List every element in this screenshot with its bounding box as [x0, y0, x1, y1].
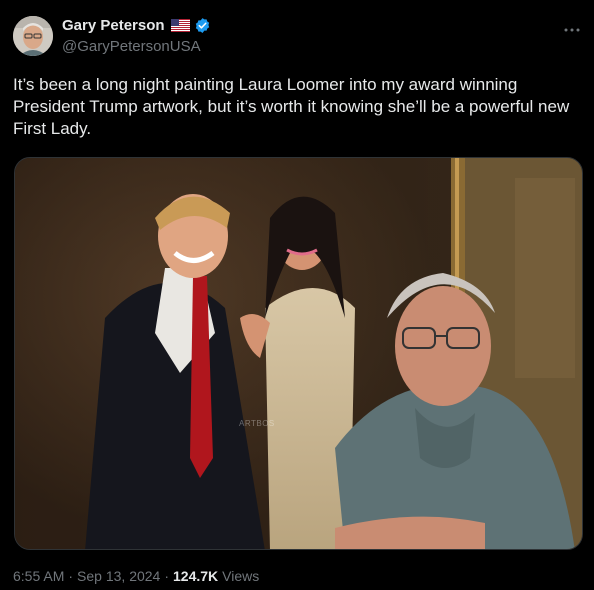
views-count[interactable]: 124.7K — [173, 568, 218, 584]
us-flag-icon — [170, 19, 190, 32]
author-display-name[interactable]: Gary Peterson — [62, 17, 165, 34]
tweet-media-image[interactable]: ARTBOS — [14, 157, 583, 550]
tweet-text: It’s been a long night painting Laura Lo… — [13, 75, 570, 138]
image-watermark: ARTBOS — [239, 419, 275, 428]
author-name-row: Gary Peterson — [62, 17, 211, 34]
more-options-button[interactable] — [564, 20, 580, 36]
tweet: Gary Peterson @GaryPetersonUSA It’s been… — [0, 0, 594, 590]
tweet-meta: 6:55 AM · Sep 13, 2024 · 124.7K Views — [13, 568, 259, 584]
more-horizontal-icon — [564, 20, 580, 36]
verified-badge-icon[interactable] — [194, 17, 211, 34]
meta-separator: · — [164, 568, 170, 584]
views-label: Views — [222, 568, 260, 584]
avatar-image — [13, 16, 53, 56]
meta-separator: · — [68, 568, 74, 584]
author-handle[interactable]: @GaryPetersonUSA — [62, 38, 201, 55]
painting-image — [15, 158, 582, 549]
tweet-time[interactable]: 6:55 AM — [13, 568, 64, 584]
tweet-date[interactable]: Sep 13, 2024 — [77, 568, 160, 584]
avatar[interactable] — [13, 16, 53, 56]
